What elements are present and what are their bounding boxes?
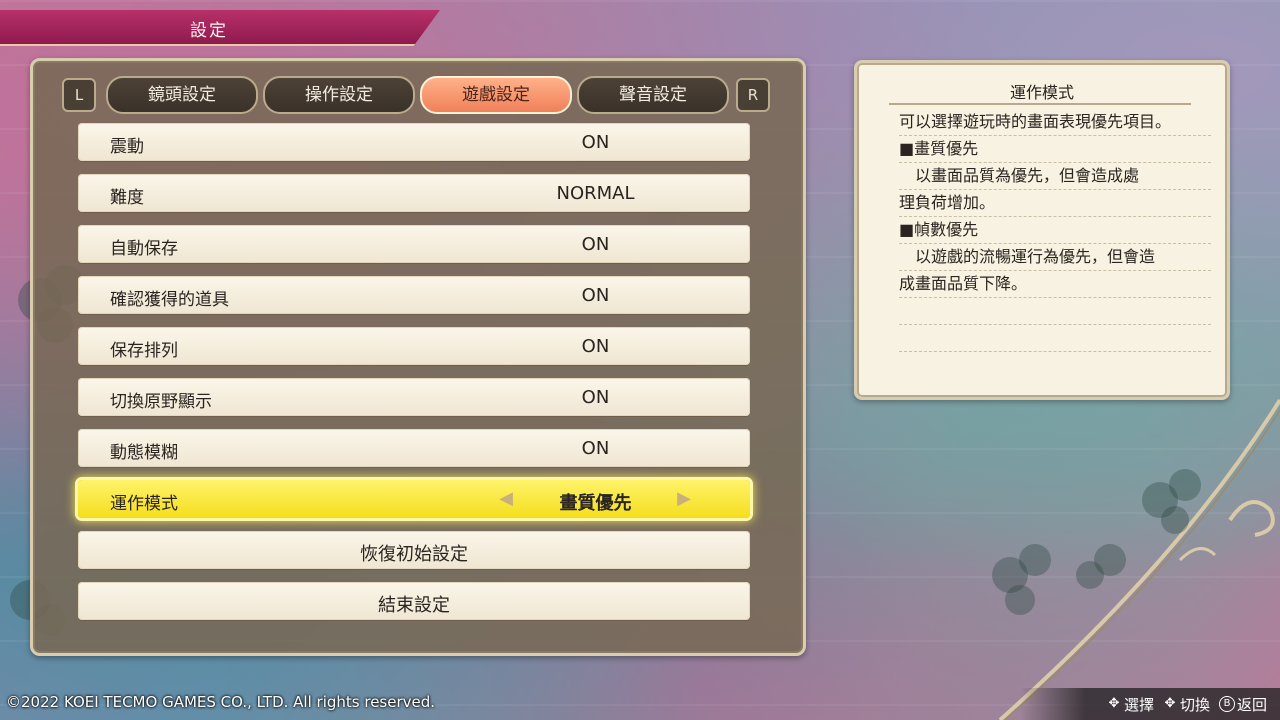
setting-label: 自動保存 [110,239,178,259]
setting-label: 難度 [110,188,144,208]
setting-row-confirm-items[interactable]: 確認獲得的道具 ON [78,276,750,314]
reset-defaults-label: 恢復初始設定 [360,544,468,565]
tab-controls[interactable]: 操作設定 [263,76,415,114]
dpad-horizontal-icon: ✥ [1164,696,1176,711]
tab-game[interactable]: 遊戲設定 [420,76,572,114]
tab-strip: L 鏡頭設定 操作設定 遊戲設定 聲音設定 R [60,76,800,114]
setting-row-motion-blur[interactable]: 動態模糊 ON [78,429,750,467]
arrow-right-icon[interactable]: ▶ [674,488,694,510]
setting-label: 運作模式 [110,494,178,514]
reset-defaults-button[interactable]: 恢復初始設定 [78,531,750,569]
setting-label: 保存排列 [110,341,178,361]
title-divider [889,103,1191,105]
description-line [899,325,1211,352]
exit-settings-label: 結束設定 [378,595,450,616]
description-line: 可以選擇遊玩時的畫面表現優先項目。 [899,109,1211,136]
setting-value: ON [581,387,610,408]
description-panel: 運作模式 可以選擇遊玩時的畫面表現優先項目。 ■畫質優先 以畫面品質為優先，但會… [854,60,1230,400]
description-line: 成畫面品質下降。 [899,271,1211,298]
left-shoulder-button[interactable]: L [62,78,96,112]
setting-label: 震動 [110,137,144,157]
b-button-icon: B [1219,696,1235,712]
description-line: 理負荷增加。 [899,190,1211,217]
setting-value: ON [581,234,610,255]
setting-label: 切換原野顯示 [110,392,212,412]
description-line [899,298,1211,325]
tab-sound[interactable]: 聲音設定 [577,76,729,114]
setting-row-vibration[interactable]: 震動 ON [78,123,750,161]
copyright-notice: ©2022 KOEI TECMO GAMES CO., LTD. All rig… [6,693,436,711]
setting-value: ON [581,285,610,306]
tab-camera[interactable]: 鏡頭設定 [106,76,258,114]
description-title: 運作模式 [1009,83,1074,102]
description-line: 以遊戲的流暢運行為優先，但會造 [899,244,1211,271]
setting-value: ON [581,438,610,459]
setting-row-save-sort[interactable]: 保存排列 ON [78,327,750,365]
back-hint[interactable]: 返回 [1237,694,1267,715]
setting-value: ON [581,132,610,153]
setting-row-autosave[interactable]: 自動保存 ON [78,225,750,263]
description-line: ■幀數優先 [899,217,1211,244]
setting-row-performance-mode[interactable]: 運作模式 ◀ 畫質優先 ▶ [78,480,750,518]
page-title: 設定 [190,21,228,41]
setting-value: ON [581,336,610,357]
description-line: 以畫面品質為優先，但會造成處 [899,163,1211,190]
setting-value: NORMAL [556,183,635,204]
setting-row-difficulty[interactable]: 難度 NORMAL [78,174,750,212]
setting-label: 確認獲得的道具 [110,290,229,310]
setting-row-field-display[interactable]: 切換原野顯示 ON [78,378,750,416]
exit-settings-button[interactable]: 結束設定 [78,582,750,620]
right-shoulder-button[interactable]: R [736,78,770,112]
title-banner: 設定 [0,10,440,46]
setting-label: 動態模糊 [110,443,178,463]
dpad-icon: ✥ [1108,696,1120,711]
switch-hint: 切換 [1180,696,1211,714]
select-hint: 選擇 [1124,696,1155,714]
description-line: ■畫質優先 [899,136,1211,163]
setting-value: 畫質優先 [559,493,632,514]
